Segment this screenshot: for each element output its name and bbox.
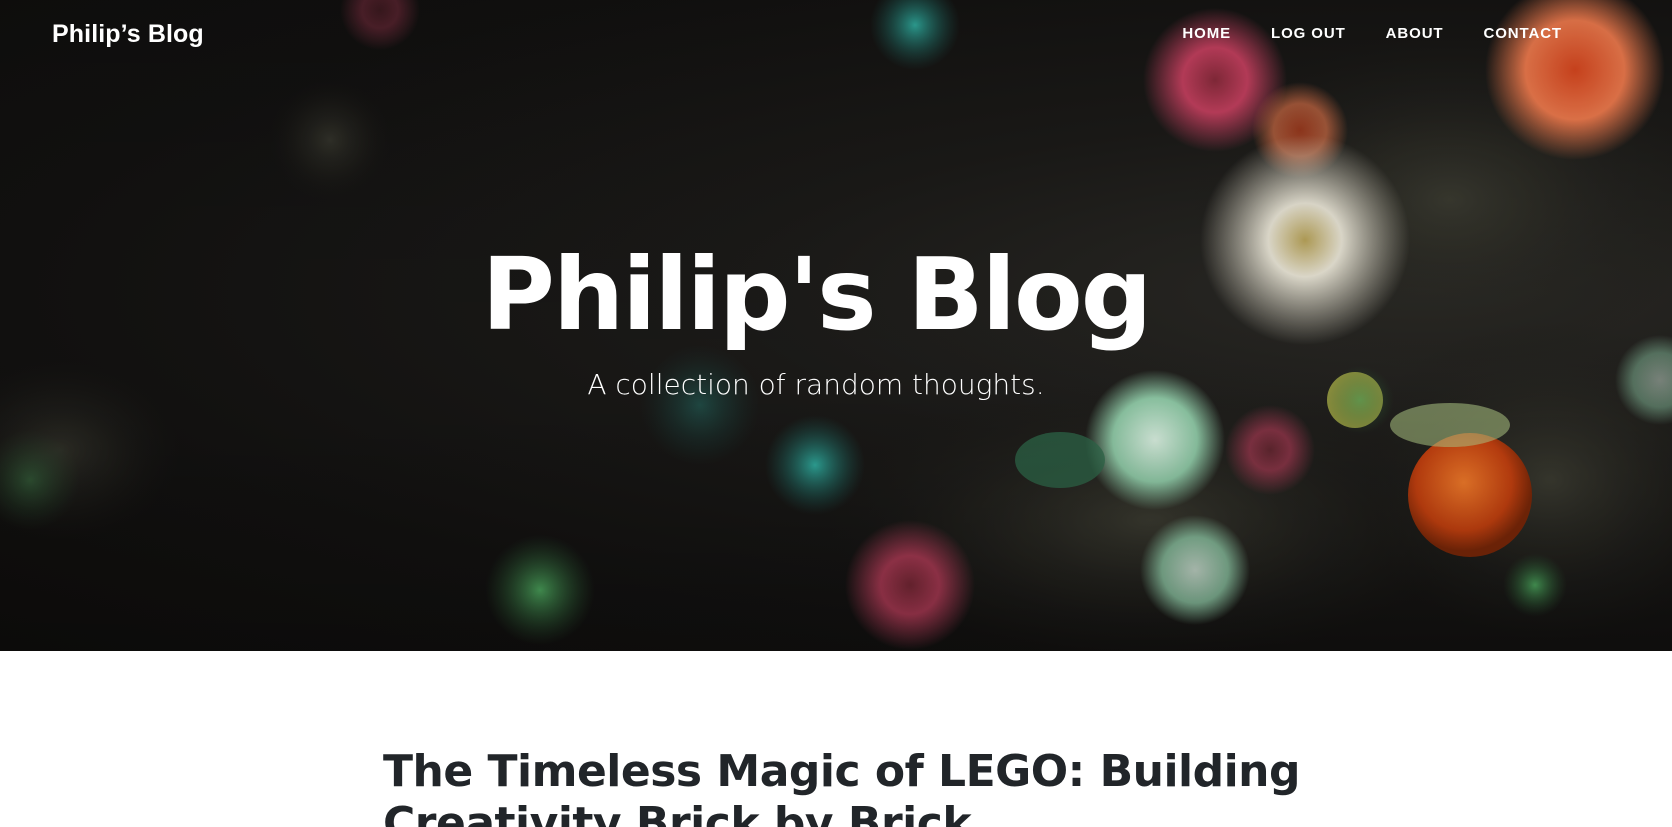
nav-contact[interactable]: CONTACT	[1483, 25, 1562, 42]
page: Philip’s Blog HOME LOG OUT ABOUT CONTACT…	[0, 0, 1672, 827]
nav-about[interactable]: ABOUT	[1386, 25, 1444, 42]
post-title-link[interactable]: The Timeless Magic of LEGO: Building Cre…	[383, 746, 1303, 827]
main-nav: HOME LOG OUT ABOUT CONTACT	[1182, 25, 1562, 42]
nav-log-out[interactable]: LOG OUT	[1271, 25, 1346, 42]
hero-heading: Philip's Blog A collection of random tho…	[0, 236, 1632, 402]
site-subtitle: A collection of random thoughts.	[587, 368, 1045, 401]
site-title: Philip's Blog	[481, 236, 1153, 353]
nav-home[interactable]: HOME	[1182, 25, 1231, 42]
brand-link[interactable]: Philip’s Blog	[52, 20, 204, 49]
hero-header: Philip’s Blog HOME LOG OUT ABOUT CONTACT…	[0, 0, 1672, 651]
